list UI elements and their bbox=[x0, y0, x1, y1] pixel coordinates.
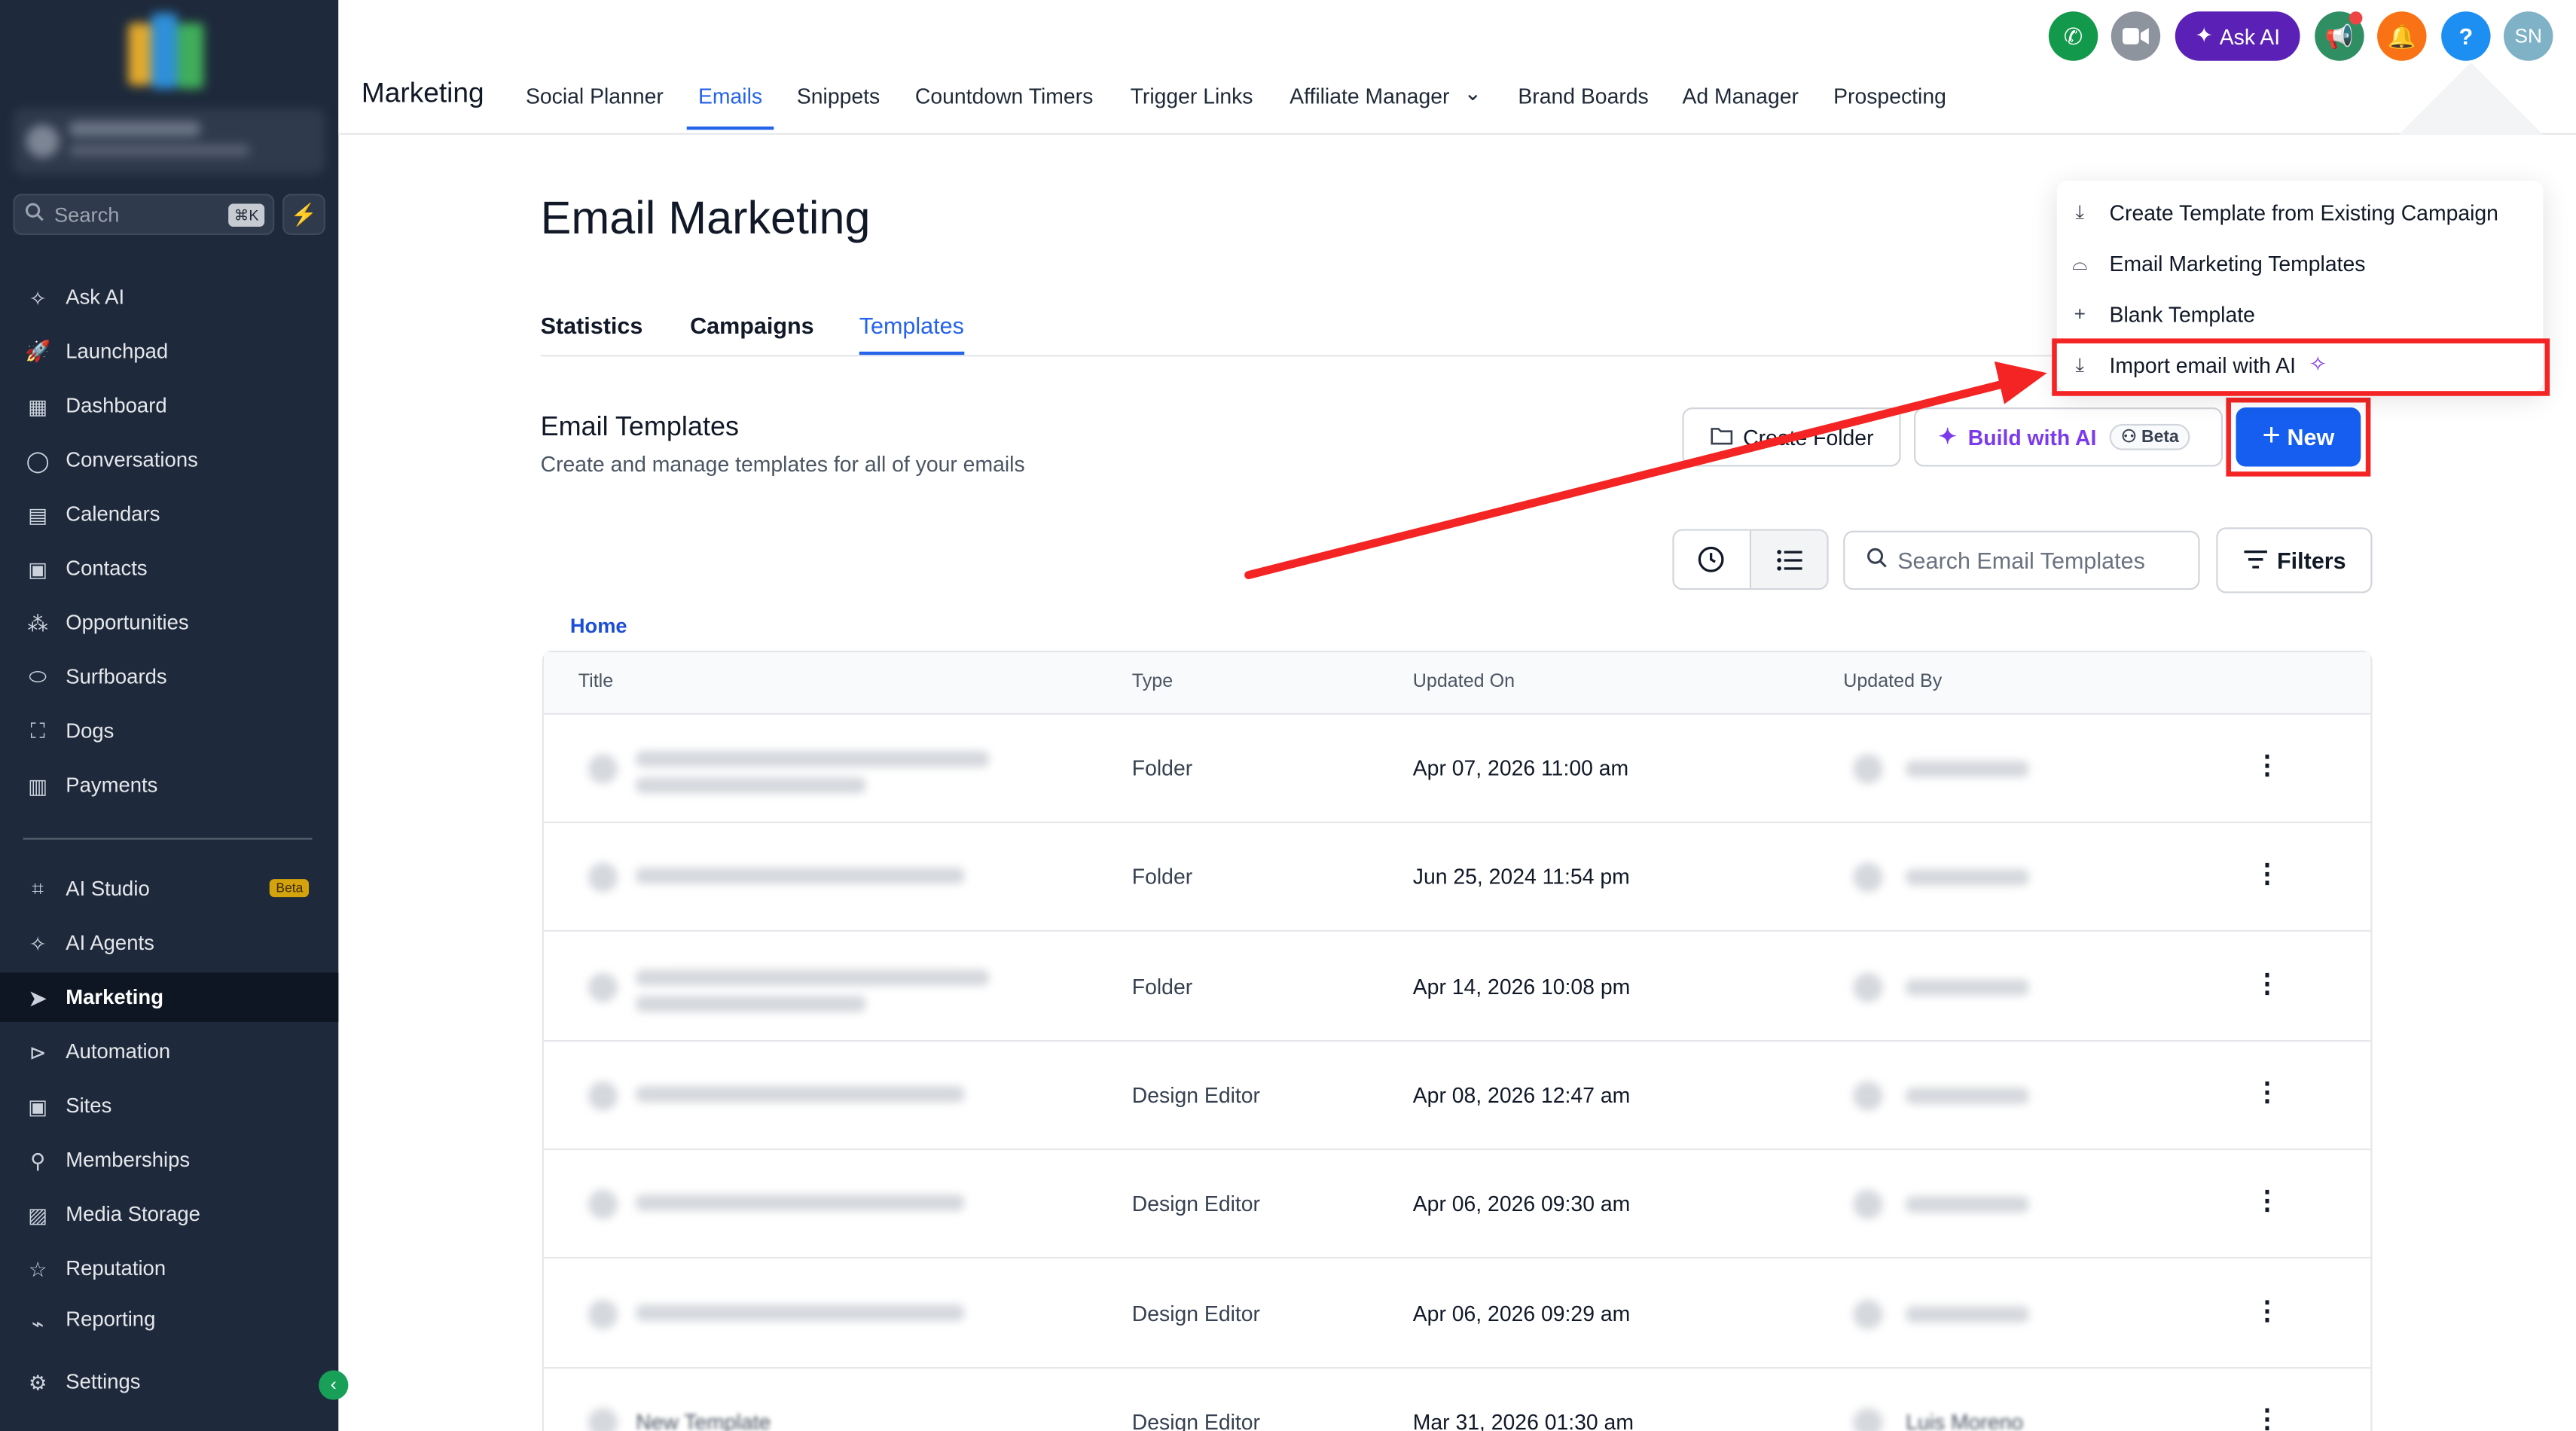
annotation-arrow bbox=[1244, 361, 2047, 579]
